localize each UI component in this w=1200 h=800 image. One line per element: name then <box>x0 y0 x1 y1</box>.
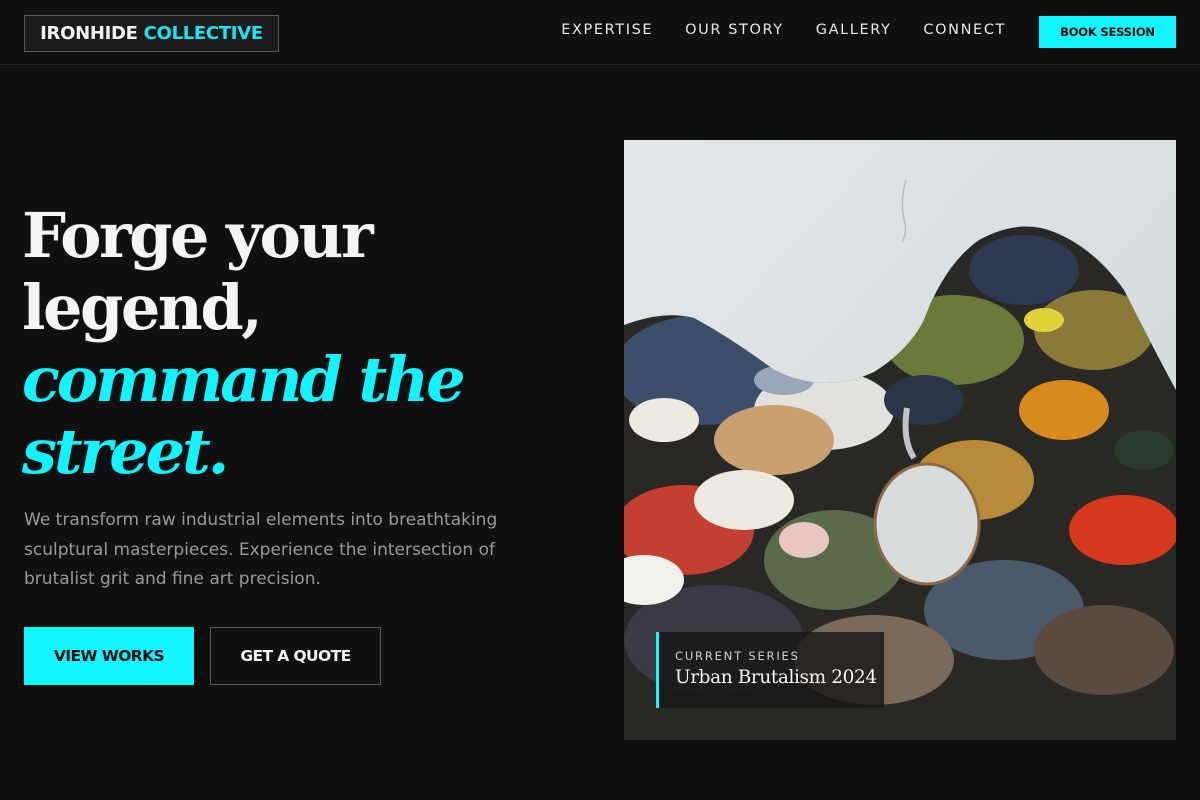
brand-name-part1: IRONHIDE <box>40 23 138 44</box>
nav-link-gallery[interactable]: GALLERY <box>816 22 892 38</box>
hero-headline: Forge your legend, command the street. <box>22 200 582 488</box>
featured-artwork-image: CURRENT SERIES Urban Brutalism 2024 <box>624 140 1176 740</box>
headline-line-2: legend, <box>22 271 263 344</box>
hero-description: We transform raw industrial elements int… <box>24 510 498 589</box>
nav-links: EXPERTISE OUR STORY GALLERY CONNECT <box>561 22 1006 38</box>
brand-logo[interactable]: IRONHIDE COLLECTIVE <box>24 15 279 52</box>
nav-link-expertise[interactable]: EXPERTISE <box>561 22 653 38</box>
brand-name-part2: COLLECTIVE <box>143 23 263 44</box>
headline-accent-line-1: command the <box>22 343 466 416</box>
series-kicker: CURRENT SERIES <box>675 649 800 663</box>
get-quote-button[interactable]: GET A QUOTE <box>210 627 381 685</box>
series-title: Urban Brutalism 2024 <box>675 667 877 688</box>
current-series-card[interactable]: CURRENT SERIES Urban Brutalism 2024 <box>656 632 884 708</box>
headline-line-1: Forge your <box>22 199 374 272</box>
headline-accent-line-2: street. <box>22 415 229 488</box>
book-session-button[interactable]: BOOK SESSION <box>1039 16 1176 48</box>
top-nav: IRONHIDE COLLECTIVE EXPERTISE OUR STORY … <box>0 0 1200 65</box>
nav-link-our-story[interactable]: OUR STORY <box>685 22 784 38</box>
nav-link-connect[interactable]: CONNECT <box>923 22 1006 38</box>
view-works-button[interactable]: VIEW WORKS <box>24 627 194 685</box>
